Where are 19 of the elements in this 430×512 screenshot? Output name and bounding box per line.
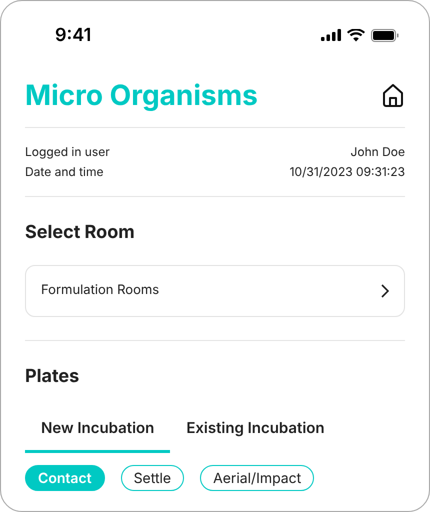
- battery-icon: [371, 28, 399, 42]
- section-heading: Select Room: [25, 221, 136, 245]
- tab[interactable]: New Incubation: [25, 407, 170, 453]
- home-icon: [382, 83, 404, 107]
- page-title: Micro Organisms: [25, 77, 258, 113]
- info-value: John Doe: [350, 144, 405, 160]
- chevron-right-icon: [381, 284, 389, 298]
- tab[interactable]: Existing Incubation: [170, 407, 341, 453]
- wifi-icon: [347, 28, 365, 42]
- status-time: 9:41: [55, 24, 92, 48]
- filter-chip[interactable]: Aerial/Impact: [200, 465, 314, 491]
- room-selector[interactable]: Formulation Rooms: [25, 265, 405, 317]
- section-heading: Plates: [25, 365, 80, 389]
- info-label: Date and time: [25, 164, 104, 180]
- signal-icon: [321, 29, 341, 41]
- home-button[interactable]: [381, 83, 405, 107]
- info-label: Logged in user: [25, 144, 110, 160]
- filter-chip[interactable]: Settle: [120, 465, 184, 491]
- info-value: 10/31/2023 09:31:23: [290, 164, 405, 180]
